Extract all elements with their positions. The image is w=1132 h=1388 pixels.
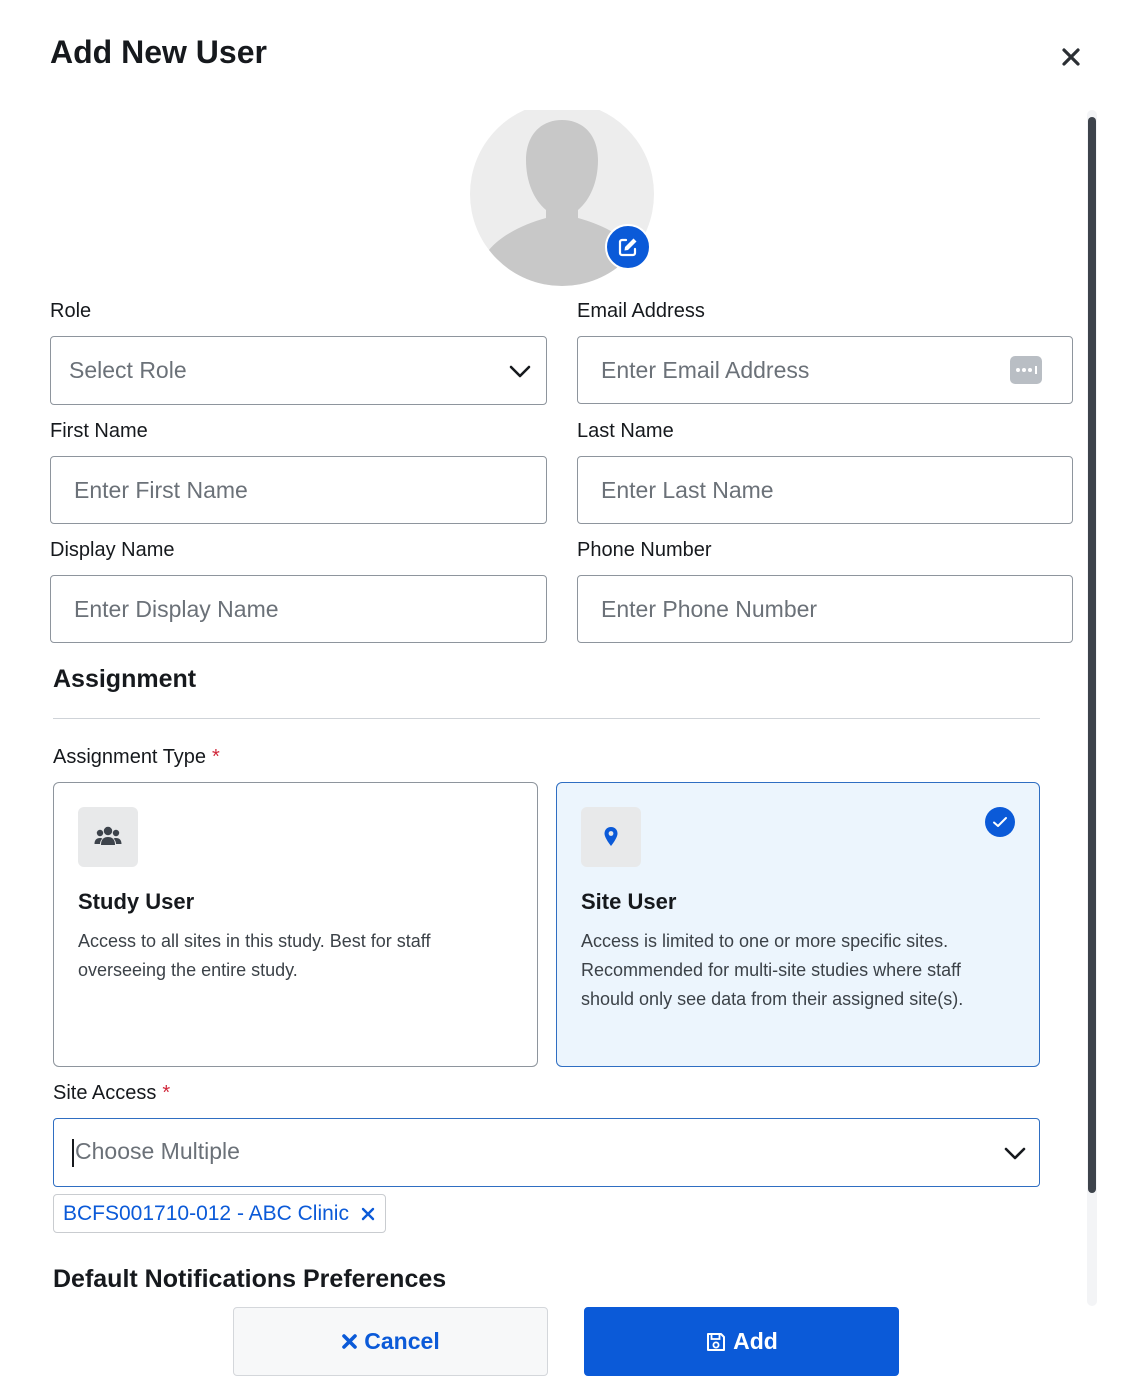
study-user-description: Access to all sites in this study. Best …: [78, 931, 431, 980]
cancel-button[interactable]: Cancel: [233, 1307, 548, 1376]
assignment-type-label: Assignment Type *: [53, 746, 220, 768]
assignment-option-site-user[interactable]: Site User Access is limited to one or mo…: [556, 782, 1040, 1067]
first-name-placeholder: Enter First Name: [74, 476, 248, 503]
site-user-description: Access is limited to one or more specifi…: [581, 931, 964, 1009]
assignment-option-study-user[interactable]: Study User Access to all sites in this s…: [53, 782, 538, 1067]
phone-label: Phone Number: [577, 539, 712, 561]
password-manager-icon[interactable]: [1010, 356, 1042, 384]
site-access-multiselect[interactable]: Choose Multiple: [53, 1118, 1040, 1187]
last-name-field[interactable]: Enter Last Name: [577, 456, 1073, 524]
email-placeholder: Enter Email Address: [601, 356, 810, 383]
role-select-value: Select Role: [69, 357, 187, 383]
close-icon: [1062, 48, 1080, 66]
scrollbar-thumb[interactable]: [1088, 117, 1096, 1193]
close-icon: [361, 1207, 375, 1220]
pencil-square-icon: [618, 238, 637, 257]
first-name-label: First Name: [50, 420, 148, 442]
site-access-chip-label: BCFS001710-012 - ABC Clinic: [63, 1201, 349, 1225]
chevron-down-icon: [509, 365, 531, 377]
display-name-field[interactable]: Enter Display Name: [50, 575, 547, 643]
phone-field[interactable]: Enter Phone Number: [577, 575, 1073, 643]
selected-check-icon: [985, 807, 1015, 837]
add-button-label: Add: [733, 1328, 778, 1354]
add-button[interactable]: Add: [584, 1307, 899, 1376]
role-label: Role: [50, 300, 92, 322]
avatar-edit-button[interactable]: [605, 224, 651, 270]
text-cursor: [72, 1138, 74, 1167]
notifications-section-title: Default Notifications Preferences: [53, 1265, 447, 1293]
phone-placeholder: Enter Phone Number: [601, 595, 818, 622]
site-access-chip: BCFS001710-012 - ABC Clinic: [53, 1194, 386, 1233]
last-name-placeholder: Enter Last Name: [601, 476, 774, 503]
close-icon: [341, 1333, 358, 1350]
chip-remove-button[interactable]: [361, 1207, 375, 1221]
email-field[interactable]: Enter Email Address: [577, 336, 1073, 404]
site-access-label: Site Access *: [53, 1082, 171, 1104]
study-user-title: Study User: [78, 889, 195, 914]
modal-title: Add New User: [50, 34, 267, 70]
save-icon: [705, 1331, 727, 1353]
cancel-button-label: Cancel: [364, 1328, 440, 1354]
site-access-placeholder: Choose Multiple: [75, 1138, 240, 1165]
role-select[interactable]: Select Role: [50, 336, 547, 405]
chevron-down-icon: [1004, 1147, 1026, 1159]
last-name-label: Last Name: [577, 420, 674, 442]
first-name-field[interactable]: Enter First Name: [50, 456, 547, 524]
required-asterisk: *: [162, 1082, 171, 1104]
display-name-placeholder: Enter Display Name: [74, 595, 279, 622]
close-button[interactable]: [1054, 40, 1088, 74]
users-icon: [78, 807, 138, 867]
required-asterisk: *: [212, 746, 220, 768]
display-name-label: Display Name: [50, 539, 175, 561]
site-user-title: Site User: [581, 889, 677, 914]
map-pin-icon: [581, 807, 641, 867]
section-divider: [53, 718, 1040, 719]
email-label: Email Address: [577, 300, 705, 322]
assignment-section-title: Assignment: [53, 665, 197, 693]
